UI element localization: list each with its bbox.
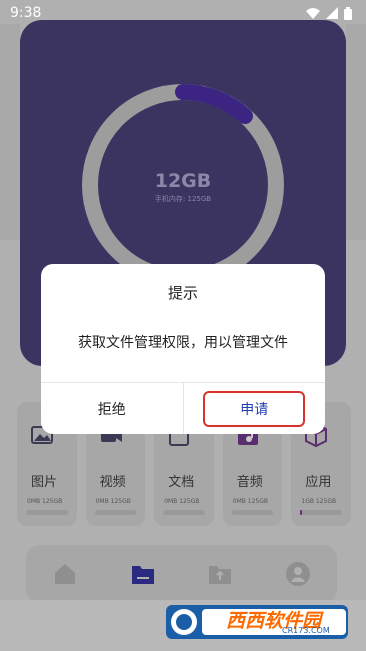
dialog-buttons: 拒绝 申请 — [41, 383, 325, 434]
reject-button[interactable]: 拒绝 — [41, 383, 183, 434]
folder-icon — [131, 566, 154, 584]
nav-transfer[interactable] — [206, 560, 234, 588]
folder-share-icon — [209, 566, 232, 584]
apply-button[interactable]: 申请 — [203, 390, 306, 427]
category-progress — [94, 510, 137, 515]
storage-detail-label: 手机内存: 125GB — [154, 195, 212, 203]
category-name: 视频 — [99, 475, 126, 490]
right-side-panel — [346, 24, 366, 240]
battery-icon — [344, 6, 352, 20]
category-progress — [163, 510, 205, 515]
category-progress — [300, 510, 342, 515]
watermark-subtext: CR173.COM — [282, 626, 330, 635]
dialog-message: 获取文件管理权限，用以管理文件 — [78, 335, 288, 351]
category-size: 1GB 125GB — [301, 498, 337, 505]
ring-used-arc — [175, 84, 253, 124]
category-name: 图片 — [31, 475, 58, 490]
apply-button-area[interactable]: 申请 — [184, 383, 326, 434]
status-time: 9:38 — [10, 5, 42, 21]
permission-dialog: 提示 获取文件管理权限，用以管理文件 拒绝 申请 — [41, 264, 325, 434]
category-name: 应用 — [305, 475, 332, 490]
category-name: 音频 — [236, 475, 263, 490]
category-progress — [231, 510, 274, 515]
category-size: 0MB 125GB — [27, 498, 63, 505]
nav-home[interactable] — [51, 560, 79, 588]
category-size: 0MB 125GB — [164, 498, 200, 505]
category-size: 0MB 125GB — [232, 498, 269, 505]
category-size: 0MB 125GB — [95, 498, 131, 505]
left-side-panel — [0, 24, 20, 240]
signal-icon — [326, 7, 338, 19]
wifi-icon — [306, 8, 320, 19]
home-icon — [54, 564, 75, 584]
status-bar: 9:38 — [0, 0, 366, 26]
storage-total-label: 12GB — [154, 170, 212, 192]
category-progress — [26, 510, 68, 515]
nav-profile[interactable] — [284, 560, 312, 588]
nav-files[interactable] — [129, 560, 157, 588]
category-name: 文档 — [168, 475, 195, 490]
bottom-navigation — [26, 545, 337, 603]
user-icon — [286, 562, 311, 586]
dialog-title: 提示 — [167, 284, 198, 302]
status-icons — [306, 6, 352, 20]
